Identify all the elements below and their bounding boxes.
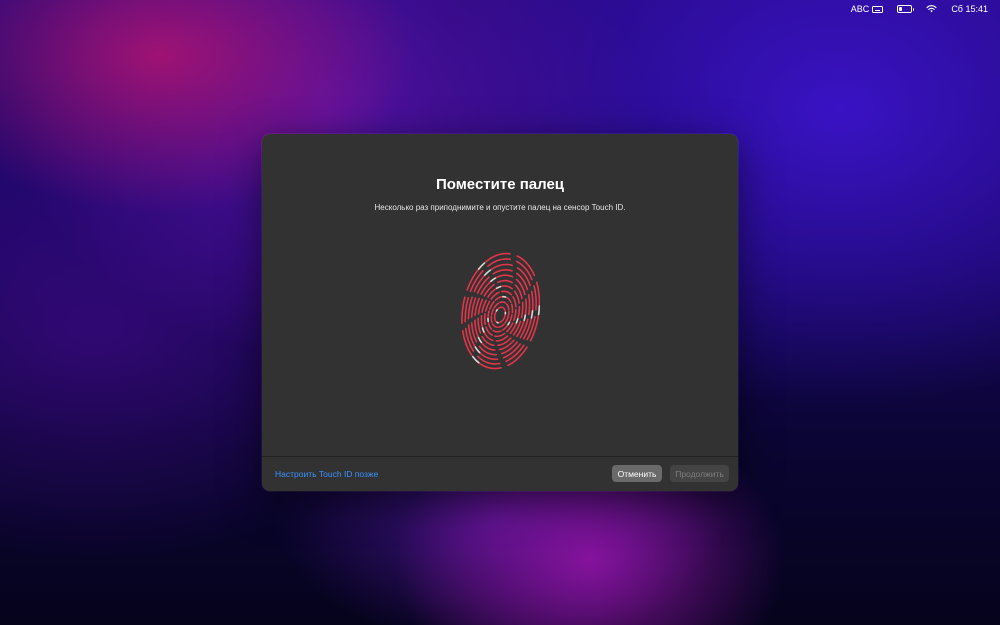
clock-label: Сб 15:41 <box>951 4 988 14</box>
wifi-menu[interactable] <box>926 5 937 13</box>
battery-icon <box>897 5 915 13</box>
clock[interactable]: Сб 15:41 <box>951 4 988 14</box>
menu-bar: ABC Сб 15:41 <box>0 0 1000 18</box>
footer-divider <box>262 456 738 457</box>
dialog-subtitle: Несколько раз приподнимите и опустите па… <box>374 203 626 212</box>
fingerprint-icon <box>461 252 540 370</box>
fingerprint-ridge-pending <box>474 274 528 351</box>
dialog-title: Поместите палец <box>435 176 565 193</box>
keyboard-icon <box>872 5 884 13</box>
setup-later-link[interactable]: Настроить Touch ID позже <box>275 469 378 479</box>
touch-id-setup-dialog: Поместите палец Несколько раз приподними… <box>262 134 738 491</box>
wifi-icon <box>926 5 937 13</box>
fingerprint-ridge <box>487 295 514 333</box>
input-source-menu[interactable]: ABC <box>851 4 884 14</box>
battery-menu[interactable] <box>897 5 915 13</box>
cancel-button[interactable]: Отменить <box>612 465 662 482</box>
continue-button[interactable]: Продолжить <box>670 465 729 482</box>
input-source-label: ABC <box>850 4 870 14</box>
fingerprint-ridge <box>474 274 528 351</box>
fingerprint-ridge <box>493 306 507 324</box>
